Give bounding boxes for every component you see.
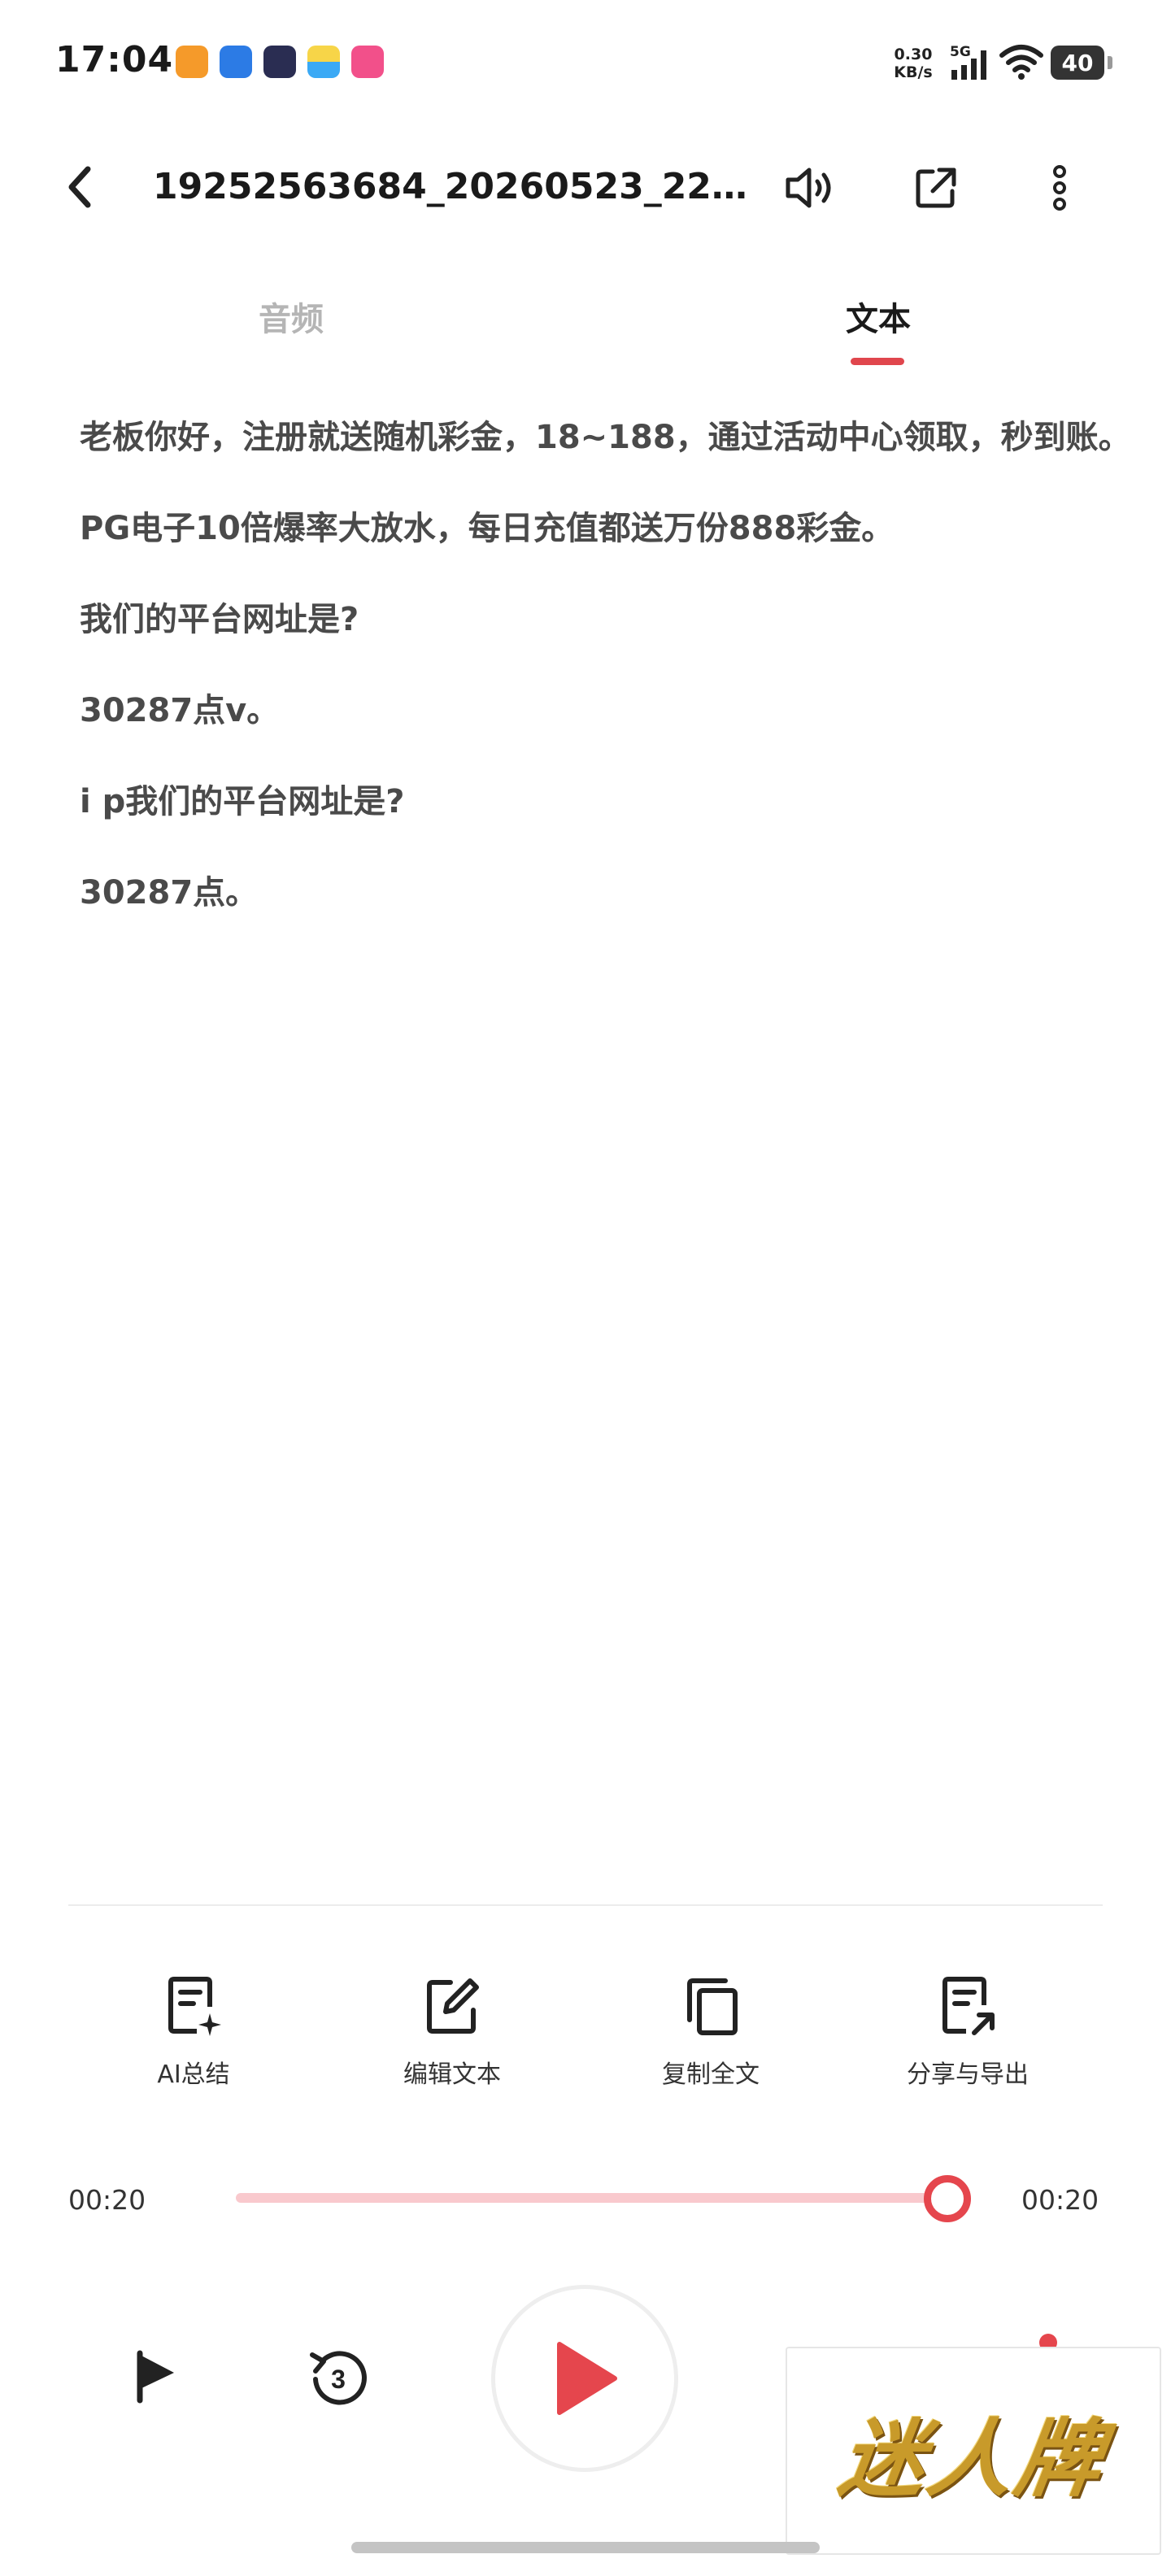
notification-icons [176, 46, 384, 78]
current-time: 00:20 [68, 2184, 146, 2216]
play-icon [557, 2342, 617, 2415]
progress-track[interactable] [236, 2193, 948, 2203]
transcript-line[interactable]: 老板你好，注册就送随机彩金，18~188，通过活动中心领取，秒到账。 [80, 411, 1131, 503]
flag-icon [137, 2350, 174, 2404]
network-type: 5G [950, 44, 971, 60]
view-tabs: 音频 文本 [0, 293, 1171, 374]
ai-summary-label: AI总结 [157, 2060, 230, 2089]
status-bar: 17:04 0.30 KB/s 5G 40 [0, 0, 1171, 130]
copy-all-label: 复制全文 [662, 2060, 760, 2089]
signal-indicator: 5G [950, 44, 992, 85]
watermark-overlay: 迷人牌 [786, 2347, 1161, 2555]
edit-text-label: 编辑文本 [403, 2060, 501, 2089]
ai-summary-button[interactable]: AI总结 [104, 1974, 283, 2090]
share-export-button[interactable]: 分享与导出 [878, 1974, 1057, 2090]
net-speed-unit: KB/s [894, 63, 933, 81]
active-tab-indicator [851, 358, 904, 365]
open-external-button[interactable] [908, 159, 964, 216]
wifi-icon [999, 45, 1043, 80]
transcript-line[interactable]: 30287点。 [80, 867, 1104, 958]
open-external-icon [916, 168, 956, 208]
speaker-icon [786, 168, 831, 208]
recording-title: 19252563684_20260523_221201 [153, 166, 755, 207]
ai-summary-icon [168, 1977, 221, 2036]
net-speed-value: 0.30 [894, 46, 933, 63]
edit-text-button[interactable]: 编辑文本 [363, 1974, 542, 2090]
total-time: 00:20 [1021, 2184, 1099, 2216]
replay-button[interactable]: 3 [306, 2347, 371, 2412]
back-button[interactable] [57, 161, 106, 213]
divider [68, 1904, 1103, 1906]
transcript-line[interactable]: PG电子10倍爆率大放水，每日充值都送万份888彩金。 [80, 503, 1104, 594]
copy-icon [687, 1978, 738, 2035]
pink-app-icon [351, 46, 384, 78]
top-bar: 19252563684_20260523_221201 [0, 138, 1171, 236]
transcript-line[interactable]: 我们的平台网址是? [80, 594, 1104, 685]
speaker-button[interactable] [781, 159, 838, 216]
app-orange-icon [176, 46, 208, 78]
edit-icon [427, 1978, 479, 2034]
recruit-app-icon [220, 46, 252, 78]
share-export-icon [942, 1977, 995, 2035]
tab-audio[interactable]: 音频 [259, 293, 324, 340]
action-bar: AI总结 编辑文本 复制全文 分享与导出 [0, 1974, 1171, 2104]
wallet-app-icon [307, 46, 340, 78]
net-speed: 0.30 KB/s [885, 46, 942, 81]
back-icon [68, 166, 91, 208]
mark-button[interactable] [130, 2347, 182, 2408]
watermark-logo: 迷人牌 [834, 2408, 1112, 2509]
status-time: 17:04 [55, 39, 174, 80]
replay-seconds: 3 [331, 2365, 346, 2394]
transcript-line[interactable]: i p我们的平台网址是? [80, 776, 1104, 867]
replay-icon: 3 [310, 2351, 367, 2405]
tab-text[interactable]: 文本 [846, 293, 911, 340]
battery-indicator: 40 [1051, 46, 1112, 80]
transcript-line[interactable]: 30287点v。 [80, 685, 1104, 776]
more-icon [1053, 165, 1066, 211]
more-button[interactable] [1031, 159, 1088, 216]
home-indicator[interactable] [351, 2542, 820, 2553]
video-app-icon [263, 46, 296, 78]
transcript: 老板你好，注册就送随机彩金，18~188，通过活动中心领取，秒到账。 PG电子1… [80, 411, 1131, 958]
progress-thumb[interactable] [924, 2175, 971, 2222]
copy-all-button[interactable]: 复制全文 [621, 1974, 800, 2090]
play-button[interactable] [491, 2285, 678, 2472]
share-export-label: 分享与导出 [907, 2060, 1029, 2089]
